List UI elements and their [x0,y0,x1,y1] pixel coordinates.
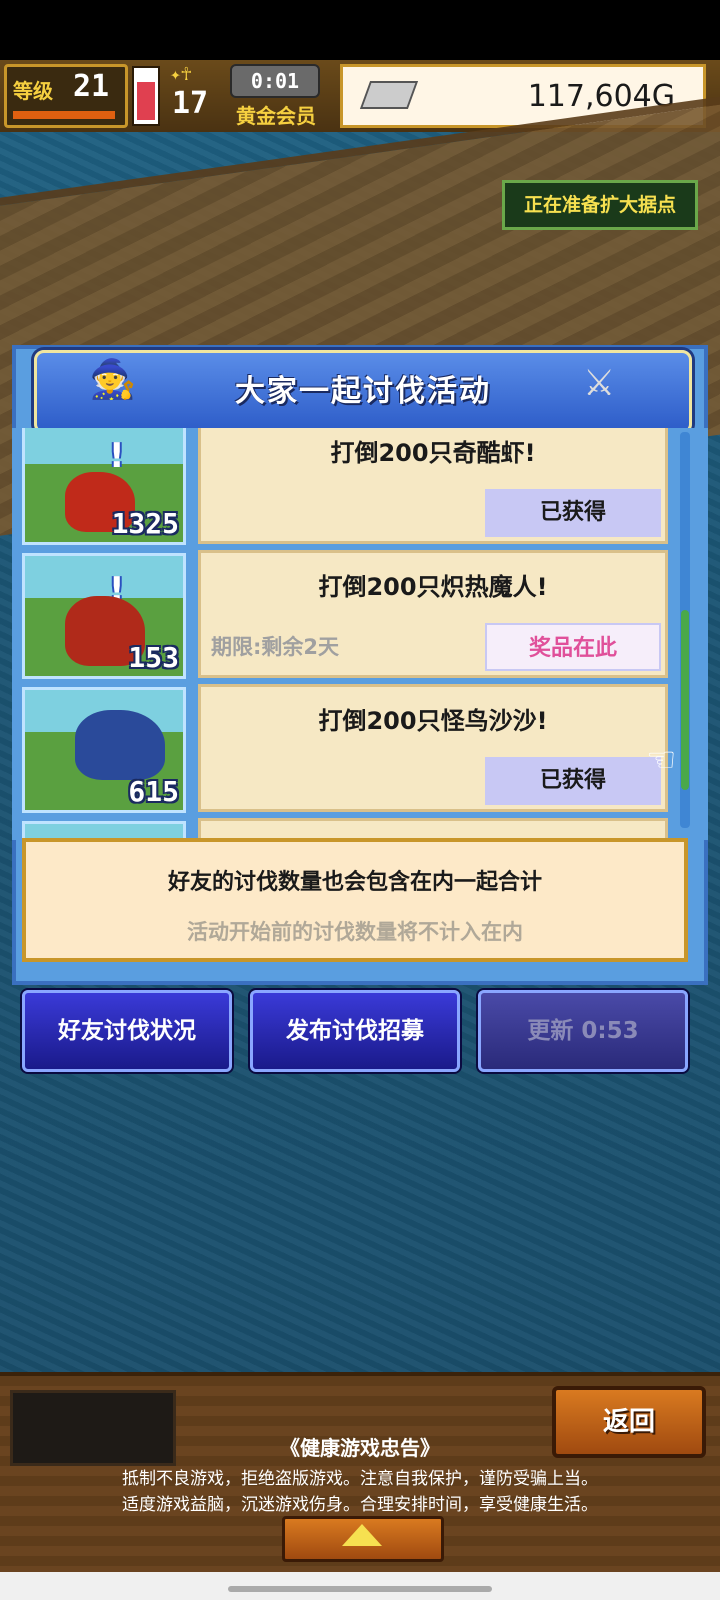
system-status-bar [0,0,720,60]
info-line-1: 好友的讨伐数量也会包含在内一起合计 [167,870,542,895]
event-banner: 🧙 大家一起讨伐活动 ⚔ [34,350,692,434]
level-label: 等级 [13,79,53,103]
quest-list[interactable]: ! 1325 打倒200只奇酷虾! 已获得 ! 153 打倒200只炽热魔人! … [12,428,708,840]
pointing-hand-icon: ☜ [646,740,677,780]
up-arrow-icon [342,1524,382,1546]
stamina-gauge [132,66,160,126]
refresh-button[interactable]: 更新 0:53 [478,990,688,1072]
quest-card [198,818,668,840]
info-line-2: 活动开始前的讨伐数量将不计入在内 [187,920,523,944]
info-box: 好友的讨伐数量也会包含在内一起合计 活动开始前的讨伐数量将不计入在内 [22,838,688,962]
monster-thumbnail: ! 1325 [22,428,186,545]
friend-status-button[interactable]: 好友讨伐状况 [22,990,232,1072]
health-notice-line-1: 抵制不良游戏，拒绝盗版游戏。注意自我保护，谨防受骗上当。 [122,1469,598,1489]
monster-bird-icon [75,710,165,780]
status-message: 正在准备扩大据点 [523,194,676,216]
quest-row[interactable] [12,818,708,840]
health-notice-line-2: 适度游戏益脑，沉迷游戏伤身。合理安排时间，享受健康生活。 [122,1495,598,1515]
silver-bar-icon [359,81,419,109]
obtained-button[interactable]: 已获得 [485,757,661,805]
quest-card: 打倒200只炽热魔人! 期限:剩余2天 奖品在此 [198,550,668,678]
defeat-count: 615 [128,775,179,808]
monster-thumbnail: ! 153 [22,553,186,679]
quest-row[interactable]: ! 153 打倒200只炽热魔人! 期限:剩余2天 奖品在此 [12,550,708,684]
timer: 0:01 [250,69,300,93]
level-value: 21 [73,69,110,104]
home-indicator[interactable] [228,1586,492,1592]
post-recruit-button[interactable]: 发布讨伐招募 [250,990,460,1072]
status-message-box: 正在准备扩大据点 [502,180,698,230]
rank-value: 17 [172,86,209,121]
quest-card: 打倒200只奇酷虾! 已获得 [198,428,668,544]
quest-title: 打倒200只奇酷虾! [330,439,536,467]
quest-row[interactable]: ! 615 打倒200只怪鸟沙沙! 已获得 [12,684,708,818]
level-box: 等级 21 [4,64,128,128]
health-notice-title: 《健康游戏忠告》 [280,1436,440,1460]
membership-label: 黄金会员 [236,104,316,128]
quest-card: 打倒200只怪鸟沙沙! 已获得 [198,684,668,812]
exp-bar [13,111,115,119]
list-scrollbar-thumb[interactable] [681,610,689,790]
prize-button[interactable]: 奖品在此 [485,623,661,671]
soldier-character-icon: ⚔ [583,363,616,404]
obtained-button[interactable]: 已获得 [485,489,661,537]
quest-row[interactable]: ! 1325 打倒200只奇酷虾! 已获得 [12,428,708,550]
time-limit: 期限:剩余2天 [211,635,340,659]
quest-title: 打倒200只炽热魔人! [318,573,548,601]
defeat-count: 1325 [111,507,179,540]
timer-box: 0:01 [230,64,320,98]
quest-title: 打倒200只怪鸟沙沙! [318,707,548,735]
alert-icon: ! [109,436,125,476]
rank-icon: ✦☥ [170,64,192,85]
monster-thumbnail: ! 615 [22,687,186,813]
defeat-count: 153 [128,641,179,674]
